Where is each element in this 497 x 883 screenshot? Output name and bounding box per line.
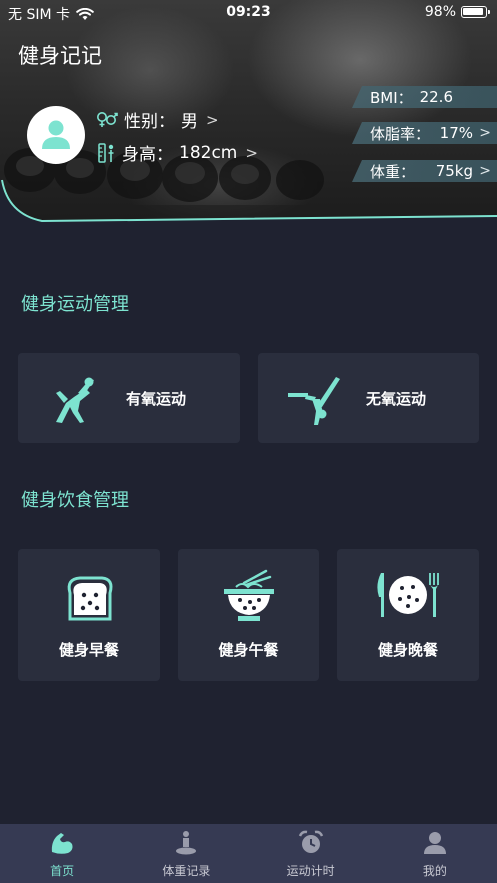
breakfast-label: 健身早餐 <box>58 641 119 659</box>
flexed-arm-icon <box>51 833 73 854</box>
aerobic-exercise-card[interactable]: 有氧运动 <box>18 353 240 443</box>
weight-label: 体重： <box>370 162 416 181</box>
stretching-person-icon <box>56 377 94 423</box>
tab-exercise-timer-label: 运动计时 <box>286 864 335 878</box>
lunch-label: 健身午餐 <box>218 641 279 659</box>
avatar[interactable] <box>27 106 85 164</box>
noodle-bowl-icon <box>224 569 274 621</box>
tab-home[interactable]: 首页 <box>0 824 124 883</box>
tab-mine-label: 我的 <box>422 864 447 878</box>
scale-person-icon <box>176 831 197 855</box>
battery-icon <box>461 6 490 18</box>
gender-row[interactable]: 性别： 男 > <box>96 107 219 132</box>
user-avatar-icon <box>42 120 70 149</box>
height-icon <box>98 142 114 163</box>
alarm-clock-icon <box>298 830 323 853</box>
bmi-value: 22.6 <box>419 88 453 106</box>
diet-section-title: 健身饮食管理 <box>21 490 129 511</box>
height-row[interactable]: 身高： 182cm > <box>96 140 258 165</box>
clock-text: 09:23 <box>226 4 271 20</box>
anaerobic-exercise-label: 无氧运动 <box>366 390 427 408</box>
chevron-right-icon: > <box>479 125 491 141</box>
weight-tag[interactable]: 体重： 75kg > <box>352 160 497 182</box>
dinner-label: 健身晚餐 <box>377 641 438 659</box>
height-label: 身高： <box>122 145 173 165</box>
chevron-right-icon: > <box>245 143 258 162</box>
tab-weight-record[interactable]: 体重记录 <box>124 824 248 883</box>
bodyfat-label: 体脂率： <box>370 124 431 143</box>
chevron-right-icon: > <box>206 110 219 129</box>
toast-bread-icon <box>67 576 113 621</box>
breakfast-card[interactable]: 健身早餐 <box>18 549 160 681</box>
gender-value: 男 <box>181 112 198 132</box>
dinner-card[interactable]: 健身晚餐 <box>337 549 479 681</box>
weight-value: 75kg <box>435 162 473 180</box>
battery-percent: 98% <box>424 4 456 20</box>
exercise-section-title: 健身运动管理 <box>21 294 129 315</box>
bmi-tag[interactable]: BMI： 22.6 <box>352 86 497 108</box>
tab-weight-record-label: 体重记录 <box>162 864 211 878</box>
gender-icon <box>97 111 118 127</box>
bmi-label: BMI： <box>370 88 413 107</box>
user-icon <box>423 832 446 854</box>
tab-exercise-timer[interactable]: 运动计时 <box>249 824 373 883</box>
height-value: 182cm <box>179 142 238 163</box>
bodyfat-tag[interactable]: 体脂率： 17% > <box>352 122 497 144</box>
anaerobic-exercise-card[interactable]: 无氧运动 <box>258 353 479 443</box>
app-title: 健身记记 <box>18 44 102 68</box>
status-bar: 无 SIM 卡 09:23 98% <box>0 0 497 26</box>
tab-home-label: 首页 <box>50 864 75 878</box>
one-leg-balance-person-icon <box>288 377 340 425</box>
bodyfat-value: 17% <box>439 124 473 142</box>
lunch-card[interactable]: 健身午餐 <box>178 549 319 681</box>
plate-knife-fork-icon <box>377 573 439 617</box>
bottom-tab-bar: 首页 体重记录 运动计时 我的 <box>0 824 497 883</box>
tab-mine[interactable]: 我的 <box>373 824 497 883</box>
chevron-right-icon: > <box>479 163 491 179</box>
aerobic-exercise-label: 有氧运动 <box>126 390 187 408</box>
gender-label: 性别： <box>124 112 175 132</box>
